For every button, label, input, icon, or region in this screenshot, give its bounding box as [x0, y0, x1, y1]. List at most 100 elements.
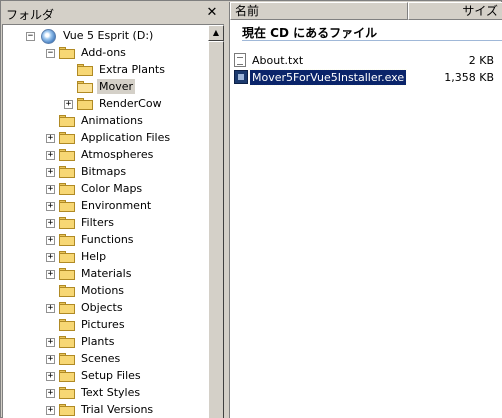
- tree-item[interactable]: + Plants: [3, 334, 207, 351]
- folder-icon: [59, 47, 75, 59]
- file-name[interactable]: Mover5ForVue5Installer.exe: [248, 69, 408, 86]
- tree-item-label[interactable]: Bitmaps: [79, 164, 128, 179]
- tree-item[interactable]: + RenderCow: [3, 96, 207, 113]
- file-list-pane: 名前 サイズ 現在 CD にあるファイル About.txt 2 KB Move…: [229, 2, 502, 418]
- tree-item[interactable]: + Functions: [3, 232, 207, 249]
- expand-icon[interactable]: +: [46, 236, 55, 245]
- tree-item-label[interactable]: Objects: [79, 300, 125, 315]
- tree-item[interactable]: + Scenes: [3, 351, 207, 368]
- file-row[interactable]: About.txt 2 KB: [234, 53, 502, 69]
- tree-item[interactable]: Extra Plants: [3, 62, 207, 79]
- folder-icon: [59, 115, 75, 127]
- folder-icon: [59, 149, 75, 161]
- tree-item-label[interactable]: Materials: [79, 266, 133, 281]
- tree-item[interactable]: + Atmospheres: [3, 147, 207, 164]
- tree-item-label[interactable]: Scenes: [79, 351, 122, 366]
- tree-item[interactable]: + Help: [3, 249, 207, 266]
- tree-item-label[interactable]: Environment: [79, 198, 153, 213]
- folder-icon: [59, 268, 75, 280]
- folder-icon: [59, 166, 75, 178]
- tree-item-label[interactable]: Plants: [79, 334, 116, 349]
- folder-icon: [59, 353, 75, 365]
- tree-item-label[interactable]: Text Styles: [79, 385, 142, 400]
- tree-item-label[interactable]: Setup Files: [79, 368, 143, 383]
- tree-item[interactable]: + Filters: [3, 215, 207, 232]
- file-name[interactable]: About.txt: [250, 53, 305, 68]
- expand-icon[interactable]: +: [46, 389, 55, 398]
- tree-item[interactable]: + Application Files: [3, 130, 207, 147]
- tree-item[interactable]: + Environment: [3, 198, 207, 215]
- expand-icon[interactable]: +: [64, 100, 73, 109]
- tree-item[interactable]: + Materials: [3, 266, 207, 283]
- expand-icon[interactable]: +: [46, 202, 55, 211]
- expand-icon[interactable]: +: [46, 270, 55, 279]
- folder-icon: [59, 183, 75, 195]
- expand-icon[interactable]: +: [46, 304, 55, 313]
- folder-icon: [77, 64, 93, 76]
- expand-icon[interactable]: +: [46, 372, 55, 381]
- folder-pane-header: フォルダ ✕: [2, 2, 224, 24]
- tree-item-label[interactable]: Atmospheres: [79, 147, 155, 162]
- folder-icon: [59, 217, 75, 229]
- tree-item-label[interactable]: RenderCow: [97, 96, 164, 111]
- folder-pane: フォルダ ✕ + Trial Versions + Text Styles + Setup…: [2, 2, 224, 418]
- collapse-icon[interactable]: −: [46, 49, 55, 58]
- tree-item-label[interactable]: Application Files: [79, 130, 172, 145]
- folder-icon: [59, 200, 75, 212]
- expand-icon[interactable]: +: [46, 168, 55, 177]
- tree-item[interactable]: Motions: [3, 283, 207, 300]
- tree-item-label[interactable]: Pictures: [79, 317, 127, 332]
- tree-item[interactable]: + Text Styles: [3, 385, 207, 402]
- tree-item[interactable]: + Objects: [3, 300, 207, 317]
- text-file-icon: [234, 53, 246, 67]
- tree-item-label[interactable]: Extra Plants: [97, 62, 167, 77]
- folder-icon: [59, 319, 75, 331]
- expand-icon[interactable]: +: [46, 185, 55, 194]
- folder-icon: [59, 302, 75, 314]
- tree-item-label[interactable]: Help: [79, 249, 108, 264]
- folder-tree[interactable]: + Trial Versions + Text Styles + Setup Files +…: [2, 24, 224, 418]
- folder-icon: [59, 336, 75, 348]
- tree-item-label[interactable]: Filters: [79, 215, 116, 230]
- tree-item-label[interactable]: Functions: [79, 232, 136, 247]
- drive-icon: [41, 29, 56, 44]
- collapse-icon[interactable]: −: [26, 32, 35, 41]
- tree-item-label[interactable]: Motions: [79, 283, 126, 298]
- tree-item[interactable]: + Color Maps: [3, 181, 207, 198]
- expand-icon[interactable]: +: [46, 134, 55, 143]
- scrollbar-thumb[interactable]: [208, 41, 224, 418]
- expand-icon[interactable]: +: [46, 338, 55, 347]
- tree-item[interactable]: + Setup Files: [3, 368, 207, 385]
- expand-icon[interactable]: +: [46, 406, 55, 415]
- expand-icon[interactable]: +: [46, 151, 55, 160]
- group-divider: [242, 40, 502, 41]
- tree-item[interactable]: Pictures: [3, 317, 207, 334]
- tree-item[interactable]: − Add-ons: [3, 45, 207, 62]
- column-header-size[interactable]: サイズ: [408, 2, 502, 20]
- vertical-scrollbar[interactable]: ▲: [208, 25, 224, 418]
- tree-item-label[interactable]: Mover: [97, 79, 136, 94]
- tree-item-label[interactable]: Color Maps: [79, 181, 144, 196]
- group-header: 現在 CD にあるファイル: [242, 26, 378, 40]
- expand-icon[interactable]: +: [46, 219, 55, 228]
- folder-pane-title: フォルダ: [6, 8, 55, 22]
- tree-item[interactable]: Animations: [3, 113, 207, 130]
- tree-item-label[interactable]: Trial Versions: [79, 402, 155, 417]
- column-header-name[interactable]: 名前: [230, 2, 408, 20]
- tree-item[interactable]: + Bitmaps: [3, 164, 207, 181]
- scroll-up-arrow-icon[interactable]: ▲: [208, 25, 224, 41]
- folder-icon: [59, 251, 75, 263]
- exe-file-icon: [234, 70, 248, 84]
- folder-icon: [59, 404, 75, 416]
- tree-item-label[interactable]: Vue 5 Esprit (D:): [61, 28, 155, 43]
- tree-item[interactable]: Mover: [3, 79, 207, 96]
- tree-item-label[interactable]: Add-ons: [79, 45, 128, 60]
- close-icon[interactable]: ✕: [204, 5, 220, 21]
- file-row[interactable]: Mover5ForVue5Installer.exe 1,358 KB: [234, 69, 502, 86]
- folder-icon: [59, 234, 75, 246]
- tree-item[interactable]: − Vue 5 Esprit (D:): [3, 28, 207, 45]
- tree-item-label[interactable]: Animations: [79, 113, 145, 128]
- tree-item[interactable]: + Trial Versions: [3, 402, 207, 418]
- expand-icon[interactable]: +: [46, 253, 55, 262]
- expand-icon[interactable]: +: [46, 355, 55, 364]
